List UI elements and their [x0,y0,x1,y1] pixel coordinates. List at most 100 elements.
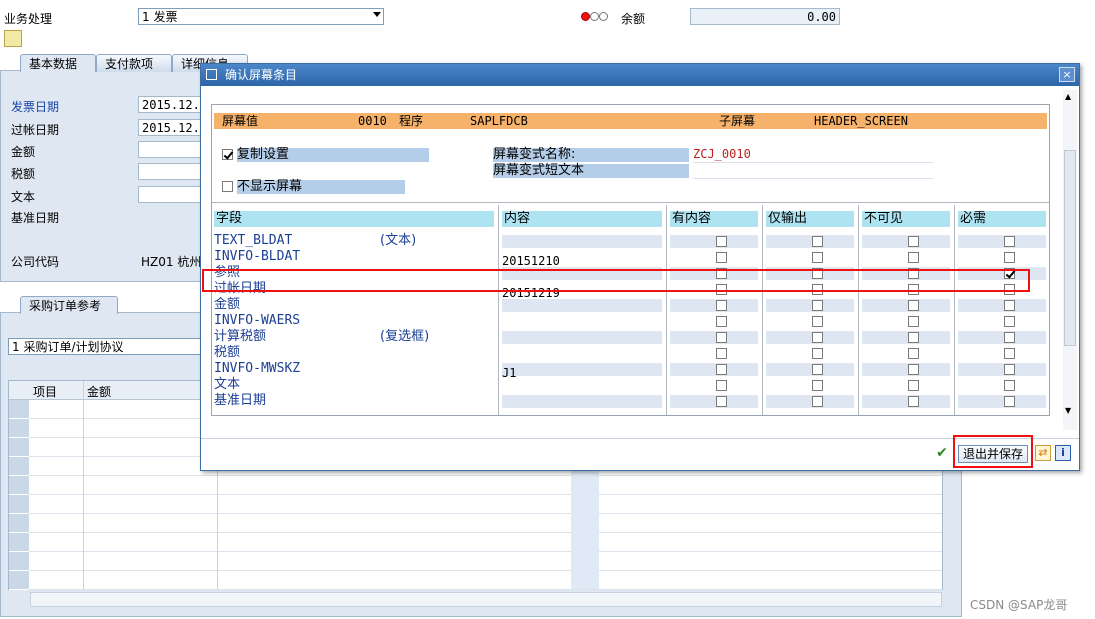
output-only-checkbox[interactable] [812,348,823,359]
tab-payment[interactable]: 支付款项 [96,54,172,72]
table-row[interactable] [9,552,942,571]
dialog-title-bar: 确认屏幕条目 × [201,64,1079,86]
row-stripe [502,299,662,312]
col-has-content: 有内容 [670,211,758,227]
row-selector[interactable] [9,552,29,571]
row-selector[interactable] [9,495,29,514]
tax-field[interactable] [138,163,202,180]
tab-po-reference[interactable]: 采购订单参考 [20,296,118,314]
highlight-save-button [953,435,1033,468]
has-content-checkbox[interactable] [716,332,727,343]
has-content-checkbox[interactable] [716,236,727,247]
output-only-checkbox[interactable] [812,300,823,311]
subscreen-label: 子屏幕 [719,114,756,128]
has-content-checkbox[interactable] [716,364,727,375]
row-selector[interactable] [9,457,29,476]
po-type-select-value: 1 采购订单/计划协议 [12,340,124,354]
required-checkbox[interactable] [1004,396,1015,407]
invoice-date-field[interactable]: 2015.12. [138,96,202,113]
output-only-checkbox[interactable] [812,316,823,327]
transaction-select[interactable]: 1 发票 [138,8,384,25]
col-divider [498,205,499,415]
table-row[interactable] [9,514,942,533]
invisible-checkbox[interactable] [908,332,919,343]
invisible-checkbox[interactable] [908,364,919,375]
program-value: SAPLFDCB [470,114,528,128]
scrollbar-thumb[interactable] [1064,150,1076,346]
field-row-label: 税额 [214,345,241,360]
table-row[interactable] [9,476,942,495]
text-field[interactable] [138,186,202,203]
vertical-scrollbar[interactable]: ▲ ▼ [1063,90,1077,430]
row-selector[interactable] [9,533,29,552]
screen-number: 0010 [358,114,387,128]
horizontal-scrollbar[interactable] [30,592,942,607]
output-only-checkbox[interactable] [812,236,823,247]
variant-name-field[interactable]: ZCJ_0010 [693,147,933,163]
invisible-checkbox[interactable] [908,316,919,327]
required-checkbox[interactable] [1004,332,1015,343]
variant-short-text-field[interactable] [693,163,933,179]
invisible-checkbox[interactable] [908,380,919,391]
row-stripe [862,331,950,344]
has-content-checkbox[interactable] [716,252,727,263]
table-row[interactable] [9,533,942,552]
required-checkbox[interactable] [1004,236,1015,247]
po-type-select[interactable]: 1 采购订单/计划协议 [8,338,203,355]
close-icon[interactable]: × [1059,67,1075,82]
row-stripe [502,363,662,376]
row-stripe [862,235,950,248]
required-checkbox[interactable] [1004,300,1015,311]
invisible-checkbox[interactable] [908,252,919,263]
row-selector[interactable] [9,476,29,495]
checkmark-icon[interactable]: ✔ [934,446,950,462]
row-selector[interactable] [9,438,29,457]
edit-icon [206,69,217,80]
col-divider [762,205,763,415]
company-code-label: 公司代码 [11,255,60,269]
chevron-down-icon [373,12,381,17]
required-checkbox[interactable] [1004,364,1015,375]
required-checkbox[interactable] [1004,252,1015,263]
required-checkbox[interactable] [1004,380,1015,391]
required-checkbox[interactable] [1004,348,1015,359]
transfer-icon[interactable]: ⇄ [1035,445,1051,461]
tree-toggle-icon[interactable] [4,30,22,47]
balance-field: 0.00 [690,8,840,25]
posting-date-field[interactable]: 2015.12. [138,119,202,136]
transaction-label: 业务处理 [4,12,53,26]
col-field: 字段 [214,211,494,227]
table-row[interactable] [9,495,942,514]
output-only-checkbox[interactable] [812,252,823,263]
amount-field[interactable] [138,141,202,158]
invisible-checkbox[interactable] [908,236,919,247]
yellow-light-icon [590,12,599,21]
output-only-checkbox[interactable] [812,364,823,375]
row-stripe [766,395,854,408]
output-only-checkbox[interactable] [812,396,823,407]
invisible-checkbox[interactable] [908,396,919,407]
row-selector[interactable] [9,400,29,419]
hide-screen-checkbox[interactable] [222,181,233,192]
has-content-checkbox[interactable] [716,348,727,359]
has-content-checkbox[interactable] [716,316,727,327]
tab-basic-data[interactable]: 基本数据 [20,54,96,72]
row-selector[interactable] [9,514,29,533]
has-content-checkbox[interactable] [716,396,727,407]
row-stripe [502,331,662,344]
row-selector[interactable] [9,419,29,438]
row-selector[interactable] [9,571,29,590]
copy-settings-checkbox[interactable] [222,149,233,160]
posting-date-label: 过帐日期 [11,123,60,137]
output-only-checkbox[interactable] [812,332,823,343]
table-row[interactable] [9,571,942,590]
invisible-checkbox[interactable] [908,348,919,359]
output-only-checkbox[interactable] [812,380,823,391]
required-checkbox[interactable] [1004,316,1015,327]
info-icon[interactable]: i [1055,445,1071,461]
invisible-checkbox[interactable] [908,300,919,311]
scroll-up-icon[interactable]: ▲ [1065,92,1071,101]
has-content-checkbox[interactable] [716,300,727,311]
scroll-down-icon[interactable]: ▼ [1065,406,1071,415]
has-content-checkbox[interactable] [716,380,727,391]
